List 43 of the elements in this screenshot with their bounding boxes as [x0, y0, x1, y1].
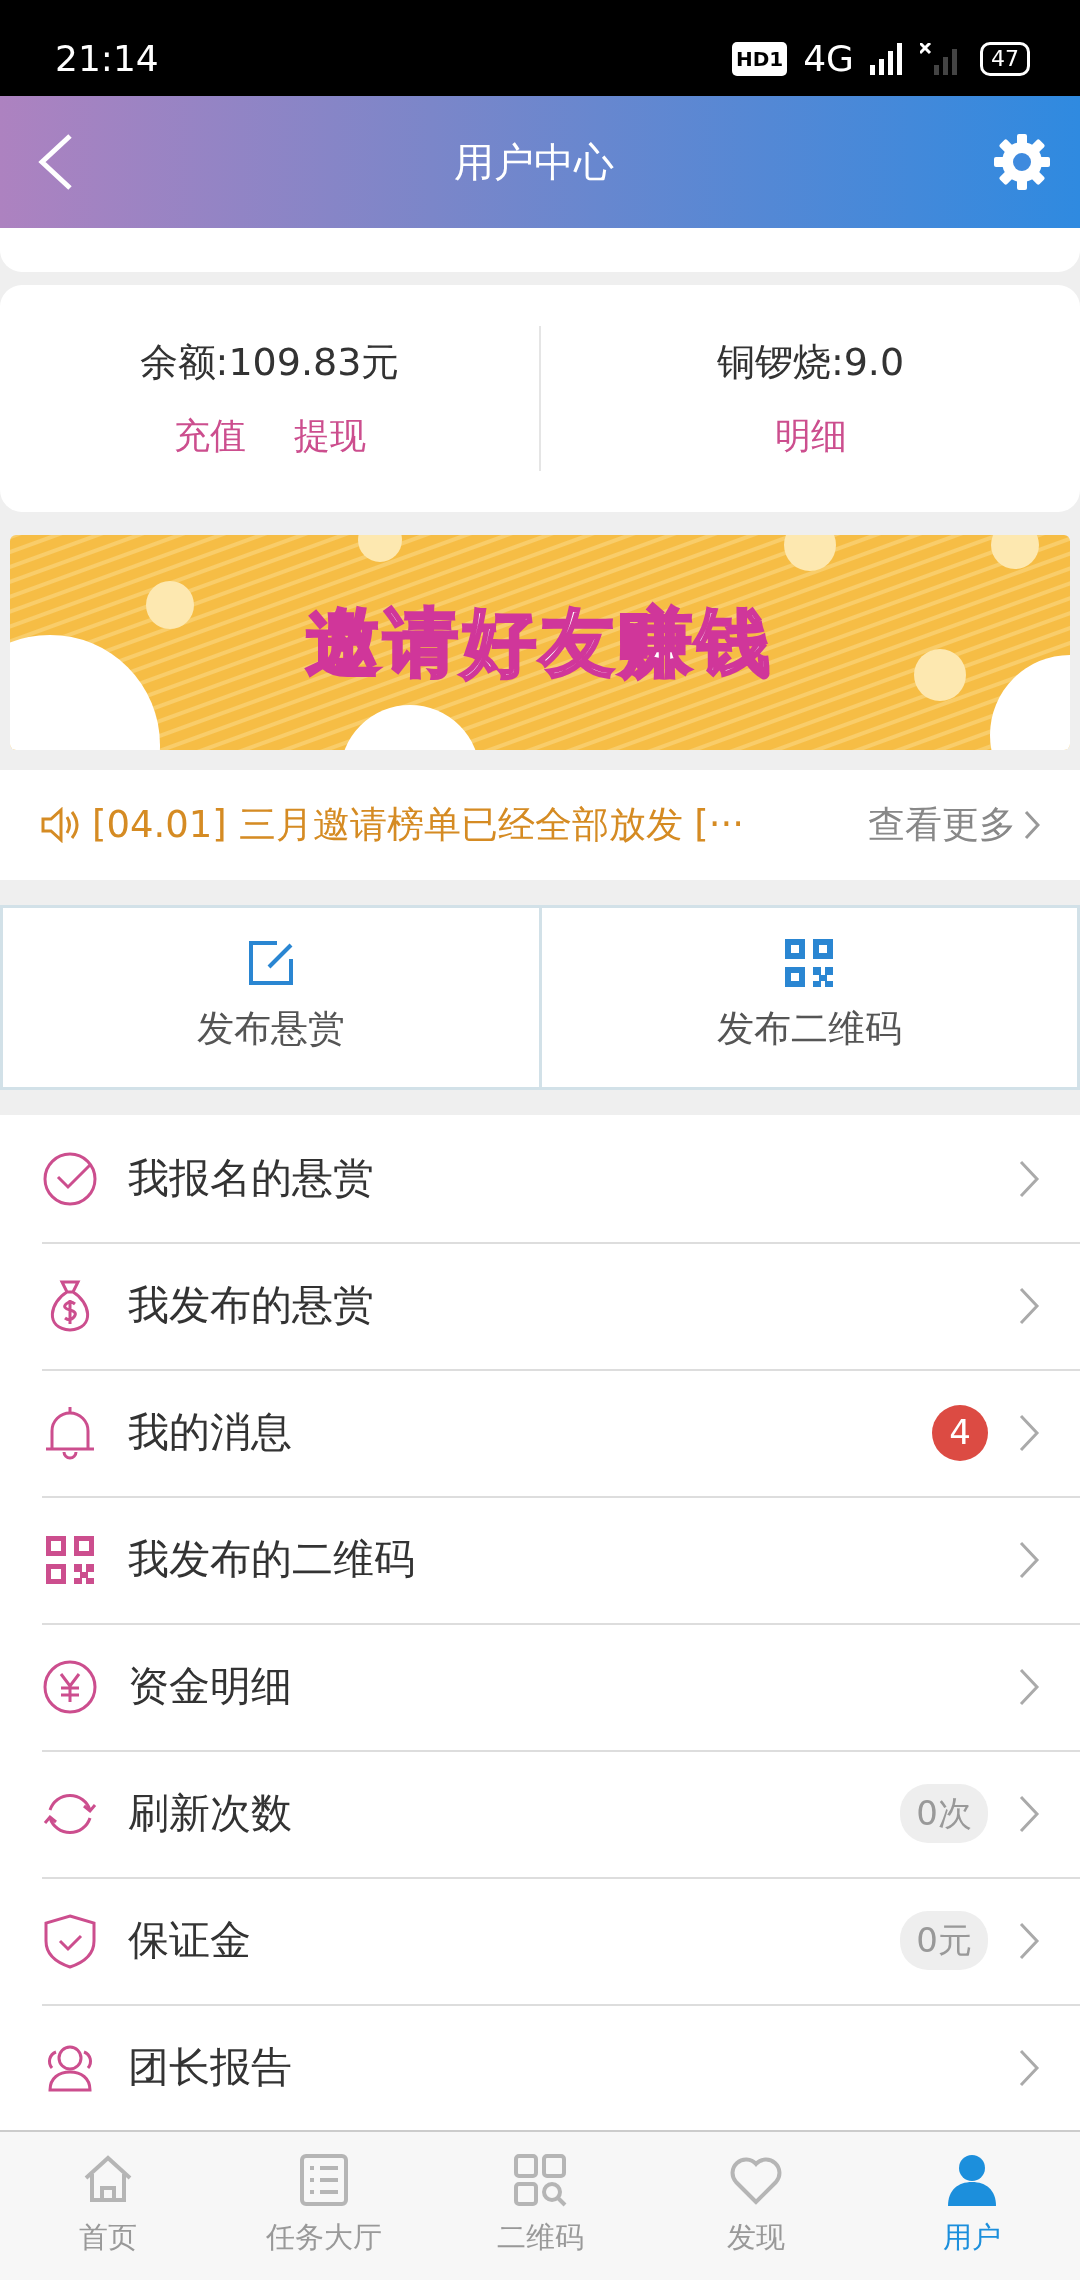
check-circle-icon	[42, 1150, 98, 1207]
qr-code-icon	[785, 938, 834, 987]
menu-item[interactable]: 保证金 0元	[0, 1877, 1080, 2004]
value-pill: 0次	[900, 1784, 988, 1843]
menu-item[interactable]: 资金明细	[0, 1623, 1080, 1750]
chevron-icon	[1018, 1412, 1040, 1453]
grid-search-icon	[512, 2152, 568, 2209]
shield-check-icon	[42, 1912, 98, 1969]
value-pill: 0元	[900, 1911, 988, 1970]
yen-circle-icon	[42, 1658, 98, 1715]
clock-time: 21:14	[55, 37, 159, 81]
speaker-icon	[40, 807, 80, 843]
battery-level: 47	[980, 42, 1030, 76]
action-tile[interactable]: 发布二维码	[541, 908, 1077, 1087]
more-link[interactable]: 查看更多	[868, 797, 1040, 853]
menu-item[interactable]: 我发布的二维码	[0, 1496, 1080, 1623]
points-label: 铜锣烧:9.0	[716, 339, 905, 386]
link[interactable]: 明细	[774, 409, 847, 463]
network-label: 4G	[803, 37, 854, 81]
edit-icon	[246, 938, 295, 987]
chevron-icon	[1018, 1666, 1040, 1707]
menu-item[interactable]: 我的消息 4	[0, 1369, 1080, 1496]
chevron-icon	[1018, 2047, 1040, 2088]
link[interactable]: 提现	[293, 409, 366, 463]
menu-item[interactable]: 我发布的悬赏	[0, 1242, 1080, 1369]
banner-title: 邀请好友赚钱	[306, 598, 774, 687]
menu-item[interactable]: 刷新次数 0次	[0, 1750, 1080, 1877]
count-badge: 4	[932, 1404, 988, 1461]
signal-icon	[870, 43, 904, 75]
chevron-icon	[1018, 1920, 1040, 1961]
menu-item[interactable]: 我报名的悬赏	[0, 1115, 1080, 1242]
chevron-icon	[1018, 1793, 1040, 1834]
page-title: 用户中心	[454, 138, 614, 187]
chevron-icon	[1018, 1158, 1040, 1199]
chevron-icon	[1018, 1539, 1040, 1580]
menu-item[interactable]: 团长报告	[0, 2004, 1080, 2130]
settings-icon[interactable]	[992, 132, 1052, 192]
link[interactable]: 充值	[173, 409, 246, 463]
chevron-icon	[1024, 810, 1040, 840]
hd-indicator: HD1	[731, 42, 788, 76]
chevron-icon	[1018, 1285, 1040, 1326]
balance-label: 余额:109.83元	[139, 339, 400, 386]
action-tile[interactable]: 发布悬赏	[3, 908, 539, 1087]
